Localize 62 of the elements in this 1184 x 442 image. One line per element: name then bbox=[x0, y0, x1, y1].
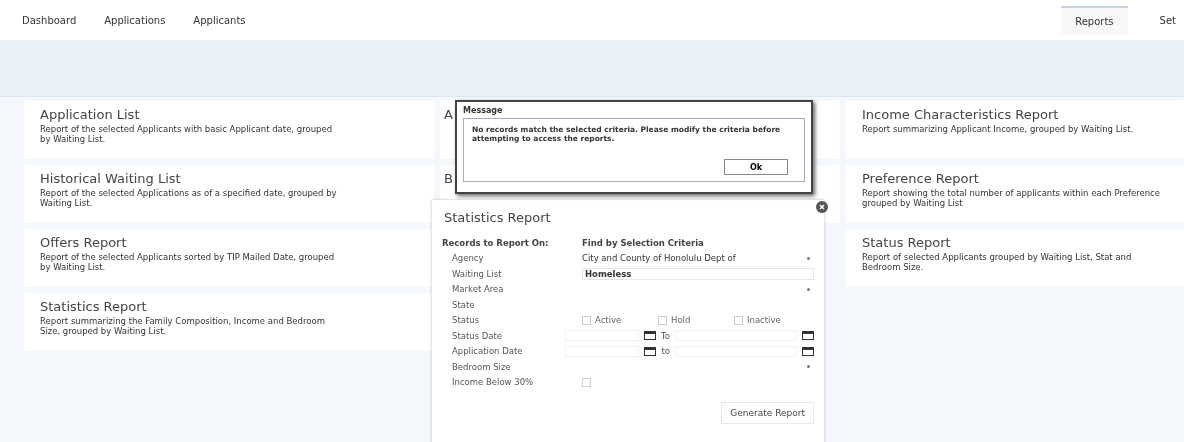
report-title: B bbox=[444, 171, 453, 186]
checkbox[interactable] bbox=[658, 315, 667, 325]
report-title: Income Characteristics Report bbox=[862, 107, 1059, 122]
report-description: Report of the selected Applicants sorted by TIP Mailed Date, grouped by Waiting List. bbox=[40, 252, 336, 272]
report-description: Report of the selected Applications as of a specified date, grouped by Waiting List. bbox=[40, 188, 338, 208]
close-icon[interactable] bbox=[816, 201, 828, 213]
field-label: State bbox=[451, 299, 476, 310]
report-title: A bbox=[444, 107, 453, 122]
field-label: Bedroom Size bbox=[451, 361, 512, 372]
report-card[interactable]: Historical Waiting List Report of the selected Applications as of a specified date, grouped by Waiting List. bbox=[24, 165, 434, 223]
report-card[interactable]: Income Characteristics Report Report summarizing Applicant Income, grouped by Waiting List. bbox=[846, 101, 1184, 159]
dropdown-field[interactable]: City and County of Honolulu Dept of bbox=[582, 252, 814, 265]
report-description: Report summarizing Applicant Income, grouped by Waiting List. bbox=[862, 124, 1135, 134]
report-card[interactable]: Application List Report of the selected Applicants with basic Applicant date, grouped by Waiting List. bbox=[24, 101, 434, 159]
report-card[interactable]: Preference Report Report showing the total number of applicants within each Preference grouped by Waiting List bbox=[846, 165, 1184, 223]
records-label: Records to Report On: bbox=[442, 237, 550, 248]
caret-icon bbox=[807, 256, 810, 260]
report-title: Historical Waiting List bbox=[40, 171, 181, 186]
report-description: Report of selected Applicants grouped by Waiting List, Stat and Bedroom Size. bbox=[862, 252, 1133, 272]
caret-icon bbox=[807, 365, 810, 369]
report-card[interactable]: Statistics Report Report summarizing the Family Composition, Income and Bedroom Size, grouped by Waiting List. bbox=[24, 293, 434, 351]
nav-link[interactable]: Dashboard bbox=[22, 14, 77, 26]
panel-title: Statistics Report bbox=[443, 210, 552, 225]
dialog-title: Message bbox=[463, 106, 504, 115]
records-value: Find by Selection Criteria bbox=[582, 237, 704, 248]
report-card[interactable]: Status Report Report of selected Applicants grouped by Waiting List, Stat and Bedroom Size. bbox=[846, 229, 1184, 287]
calendar-icon[interactable] bbox=[644, 346, 657, 356]
ok-button[interactable]: Ok bbox=[724, 159, 788, 175]
report-card[interactable]: Offers Report Report of the selected Applicants sorted by TIP Mailed Date, grouped by Waiting List. bbox=[24, 229, 434, 287]
field-label: Agency bbox=[451, 253, 485, 264]
checkbox-label: Inactive bbox=[747, 315, 781, 326]
calendar-icon[interactable] bbox=[644, 331, 657, 341]
generate-report-button[interactable]: Generate Report bbox=[721, 402, 814, 424]
field-label: Waiting List bbox=[451, 268, 503, 279]
to-label: To bbox=[661, 330, 670, 341]
report-title: Statistics Report bbox=[40, 299, 147, 314]
report-description: Report summarizing the Family Composition, Income and Bedroom Size, grouped by Waiting List. bbox=[40, 316, 326, 336]
nav-link[interactable]: Applicants bbox=[193, 14, 246, 26]
to-label: to bbox=[661, 346, 670, 357]
field-label: Status Date bbox=[451, 330, 504, 341]
caret-icon bbox=[807, 287, 810, 291]
report-title: Application List bbox=[40, 107, 140, 122]
checkbox-label: Active bbox=[595, 315, 622, 326]
checkbox-label: Hold bbox=[671, 315, 691, 326]
report-description: Report of the selected Applicants with basic Applicant date, grouped by Waiting List. bbox=[40, 124, 334, 144]
calendar-icon[interactable] bbox=[802, 331, 814, 341]
calendar-icon[interactable] bbox=[802, 346, 814, 356]
report-title: Offers Report bbox=[40, 235, 127, 250]
nav-tab[interactable]: Set bbox=[1145, 6, 1184, 34]
nav-tab[interactable]: Reports bbox=[1061, 5, 1128, 35]
checkbox[interactable] bbox=[582, 377, 591, 387]
report-title: Preference Report bbox=[862, 171, 979, 186]
input-field[interactable]: Homeless bbox=[582, 267, 814, 280]
nav-link[interactable]: Applications bbox=[104, 14, 166, 26]
field-label: Income Below 30% bbox=[451, 377, 535, 388]
field-label: Application Date bbox=[451, 346, 524, 357]
checkbox[interactable] bbox=[582, 315, 591, 325]
report-description: Report showing the total number of applicants within each Preference grouped by Waiting List bbox=[862, 188, 1161, 208]
field-label: Market Area bbox=[451, 284, 505, 295]
report-title: Status Report bbox=[862, 235, 951, 250]
field-label: Status bbox=[451, 315, 481, 326]
checkbox[interactable] bbox=[734, 315, 743, 325]
